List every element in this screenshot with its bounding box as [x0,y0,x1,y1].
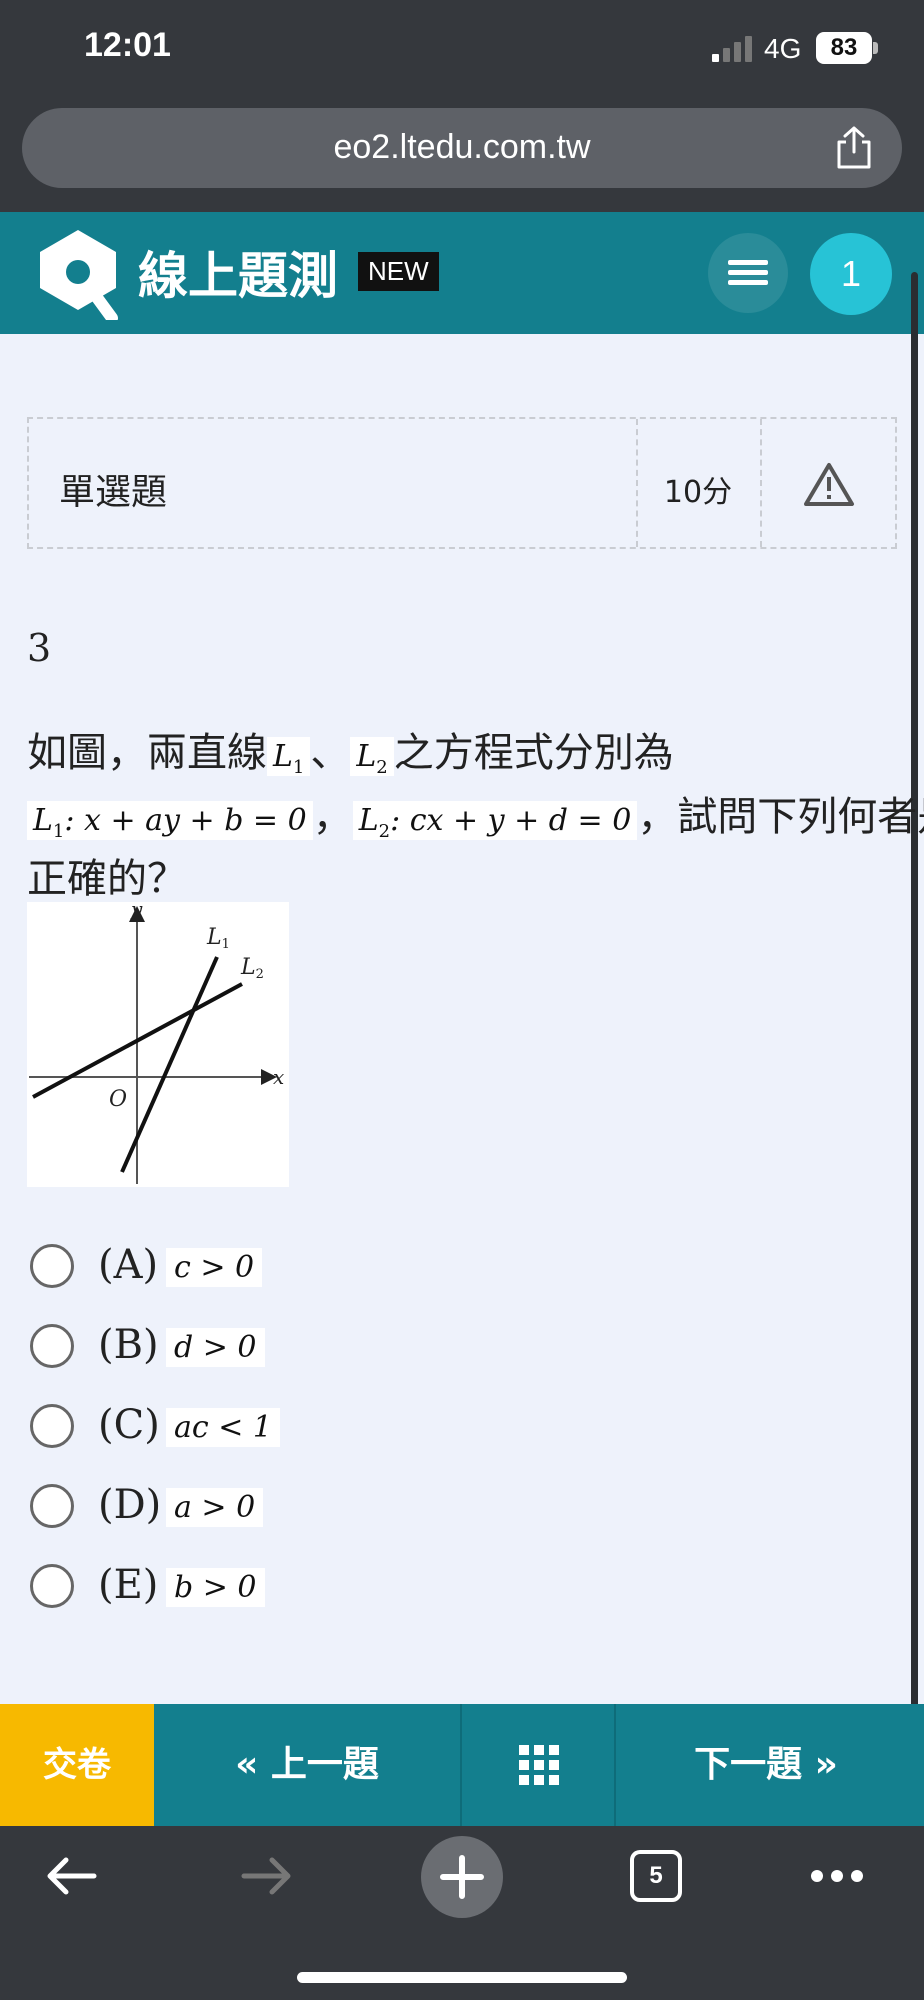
l2-letter: L [356,739,377,774]
question-text: 如圖，兩直線 [27,730,267,776]
home-indicator [297,1972,627,1983]
question-text: 之方程式分別為 [393,730,674,776]
option-c[interactable]: (C) ac < 1 [30,1400,430,1452]
question-text-line2: L1: x + ay + b = 0， L2: cx + y + d = 0 ，試問… [27,784,924,842]
option-value: c > 0 [166,1248,263,1287]
app-logo-icon [40,230,118,320]
y-axis-label: y [130,902,143,921]
separator: 、 [310,730,351,776]
signal-icon [712,36,752,62]
l2-subscript: 2 [378,821,391,842]
line-l1-label: L1 [206,925,230,952]
double-chevron-left-icon: « [235,1744,259,1785]
radio-button[interactable] [30,1244,74,1288]
origin-label: O [109,1087,127,1112]
question-text-line3: 正確的？ [27,846,187,904]
equation-l2-text: : cx + y + d = 0 [390,803,632,838]
l2-letter: L [358,803,379,838]
question-type: 單選題 [59,472,168,513]
question-text: 正確的？ [27,856,187,902]
plus-icon [440,1855,484,1899]
back-arrow-icon[interactable] [44,1854,98,1898]
x-axis-label: x [273,1065,284,1089]
tabs-button[interactable]: 5 [630,1850,682,1902]
question-grid-button[interactable] [462,1704,616,1826]
question-figure: y x O L1 L2 [27,902,289,1187]
forward-arrow-icon[interactable] [240,1854,294,1898]
menu-icon [728,260,768,265]
battery-tip [873,42,878,54]
equation-l2: L2: cx + y + d = 0 [352,801,638,842]
grid-icon [519,1745,559,1785]
l2-subscript: 2 [256,967,264,982]
url-text: eo2.ltedu.com.tw [333,128,591,166]
option-value: d > 0 [166,1328,265,1367]
user-badge-button[interactable]: 1 [810,233,892,315]
l2-letter: L [240,955,256,980]
battery-icon: 83 [816,32,872,64]
new-tab-button[interactable] [421,1836,503,1918]
option-label: (B) [98,1322,159,1368]
option-value: b > 0 [166,1568,265,1607]
radio-button[interactable] [30,1404,74,1448]
menu-icon-bar [728,270,768,275]
option-value: a > 0 [166,1488,264,1527]
question-text-line1: 如圖，兩直線 L1、 L2 之方程式分別為 [27,720,674,778]
app-title: 線上題測 [138,247,338,305]
address-bar[interactable]: eo2.ltedu.com.tw [22,108,902,188]
l1-subscript: 1 [292,757,305,778]
option-label: (E) [98,1562,159,1608]
question-info-box: 單選題 10分 [27,417,897,549]
line-l2-label: L2 [350,737,394,778]
line-l1-label: L1 [267,737,311,778]
divider [760,419,762,547]
radio-button[interactable] [30,1564,74,1608]
prev-question-button[interactable]: « 上一題 [154,1704,462,1826]
option-b[interactable]: (B) d > 0 [30,1320,430,1372]
more-icon[interactable] [810,1866,864,1886]
prev-label: 上一題 [270,1744,379,1785]
l1-subscript: 1 [222,937,230,952]
radio-button[interactable] [30,1484,74,1528]
l1-subscript: 1 [52,821,65,842]
submit-button[interactable]: 交卷 [0,1704,154,1826]
new-badge: NEW [358,252,439,291]
question-number: 3 [27,626,52,670]
status-time: 12:01 [84,26,171,64]
option-a[interactable]: (A) c > 0 [30,1240,430,1292]
option-label: (A) [98,1242,159,1288]
l1-letter: L [33,803,53,838]
next-label: 下一題 [694,1744,803,1785]
line-l2-label: L2 [240,955,264,982]
double-chevron-right-icon: » [814,1744,838,1785]
network-type: 4G [764,33,802,64]
question-text: ，試問下列何者是 [637,794,924,840]
equation-l1-text: : x + ay + b = 0 [64,803,307,838]
comma: ， [312,794,353,840]
option-d[interactable]: (D) a > 0 [30,1480,430,1532]
l1-letter: L [273,739,293,774]
l2-subscript: 2 [376,757,388,778]
option-label: (D) [98,1482,162,1528]
next-question-button[interactable]: 下一題 » [616,1704,916,1826]
menu-icon-bar [728,280,768,285]
option-value: ac < 1 [166,1408,280,1447]
status-bar: 12:01 4G 83 [0,0,924,100]
question-score: 10分 [663,475,733,510]
warning-icon[interactable] [803,461,855,507]
l1-letter: L [206,925,222,950]
option-e[interactable]: (E) b > 0 [30,1560,430,1612]
option-label: (C) [98,1402,160,1448]
menu-button[interactable] [708,233,788,313]
scrollbar[interactable] [911,272,918,1822]
share-icon[interactable] [834,126,874,170]
equation-l1: L1: x + ay + b = 0 [27,801,313,842]
radio-button[interactable] [30,1324,74,1368]
